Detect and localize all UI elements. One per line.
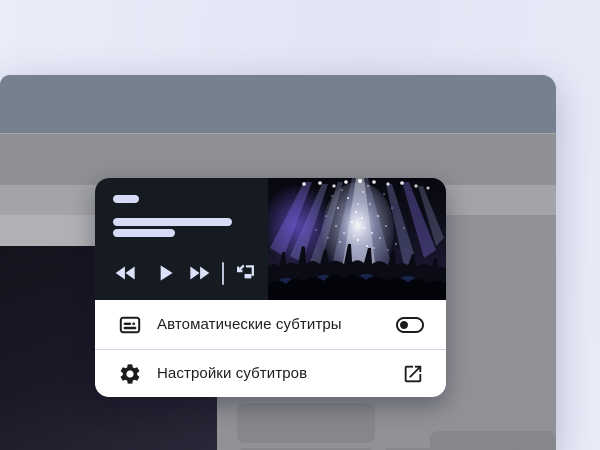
page-skeleton-card [237,403,375,443]
live-caption-icon [118,313,142,337]
picture-in-picture-button[interactable] [234,262,256,284]
menu-label-caption-settings: Настройки субтитров [157,365,402,382]
previous-track-button[interactable] [113,260,139,286]
media-player-card [95,178,446,300]
settings-gear-icon [118,362,142,386]
browser-toolbar [0,133,556,184]
menu-row-caption-settings[interactable]: Настройки субтитров [95,349,446,397]
metadata-placeholder-bar [113,195,139,203]
metadata-placeholder-bar [113,218,232,226]
next-track-button[interactable] [186,260,212,286]
controls-divider [222,262,224,285]
metadata-placeholder-bar [113,229,175,237]
album-art-concert-photo [268,178,446,300]
open-in-new-icon[interactable] [402,363,424,385]
live-caption-toggle[interactable] [396,317,424,333]
media-controls-popup: Автоматические субтитры Настройки субтит… [95,178,446,397]
play-button[interactable] [152,260,178,286]
menu-row-live-caption[interactable]: Автоматические субтитры [95,300,446,349]
media-metadata [95,178,268,300]
toggle-knob [400,321,408,329]
titlebar [0,75,556,133]
menu-label-live-caption: Автоматические субтитры [157,316,396,333]
